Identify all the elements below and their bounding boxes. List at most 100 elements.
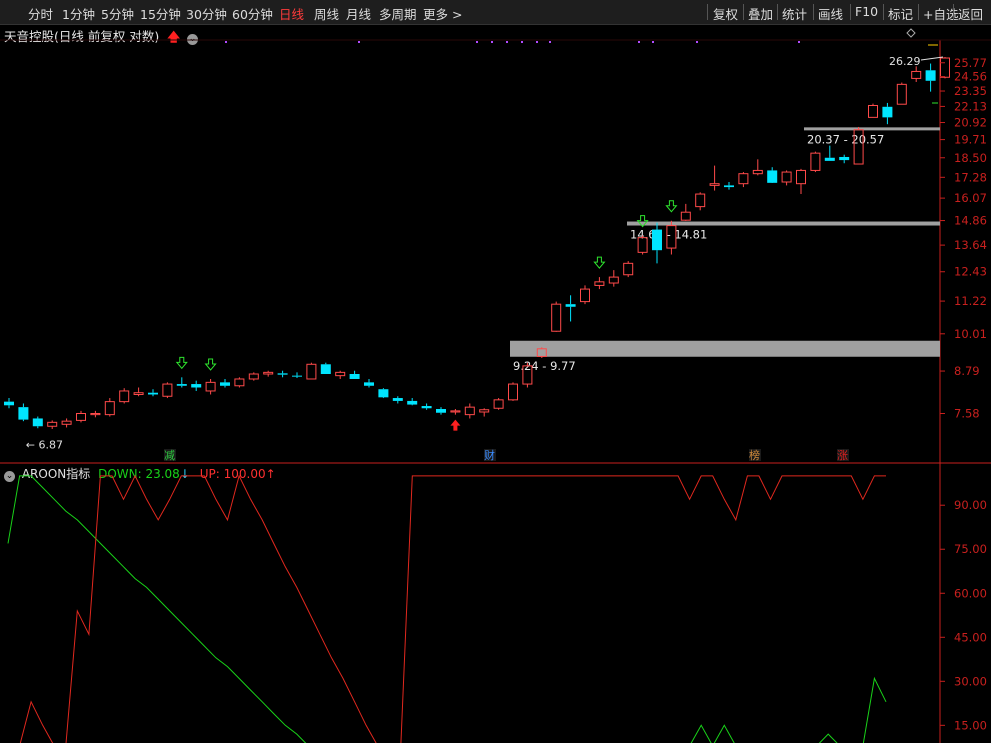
candle [508,382,518,401]
chart-canvas[interactable]: 9.24 - 9.77 14.61 - 14.81 20.37 - 20.57 ← … [0,0,991,743]
toolbar-button-4[interactable]: F10 [855,4,878,19]
candle-body [896,83,907,105]
candle-body [911,70,922,79]
period-tab-6[interactable]: 日线 [279,4,304,23]
chevron-down-icon[interactable]: ⌄ [4,471,15,482]
candle-body [248,373,259,380]
event-dot [549,41,551,43]
indicator-tick-label: 90.00 [954,498,987,512]
indicator-name[interactable]: AROON指标 [22,467,90,481]
gap-label: 20.37 - 20.57 [807,132,884,146]
marker-badge [749,449,761,461]
candle [335,370,346,379]
candle-body [234,378,245,387]
indicator-tick-label: 30.00 [954,674,987,688]
candle [522,362,533,388]
period-tab-7[interactable]: 周线 [314,4,339,23]
candle [148,389,158,397]
period-tab-1[interactable]: 1分钟 [62,4,95,23]
period-tab-0[interactable]: 分时 [28,4,53,23]
candle-body [320,364,331,375]
gap-zone [510,340,940,357]
candle [680,203,691,221]
candle-body [162,383,173,397]
marker-text: 减 [164,449,175,462]
stock-title: 天音控股(日线 前复权 对数) [4,29,160,44]
candle [407,398,418,406]
period-tab-3[interactable]: 15分钟 [140,4,181,23]
price-axis: 25.7724.5623.3522.13 20.92 19.71 18.50 17.28… [940,56,987,420]
chevron-down-icon[interactable]: ⌄ [187,34,199,45]
candle [220,378,230,388]
candle [925,63,936,92]
price-tick-label: 25.77 [954,56,987,70]
candle-body [810,152,821,171]
candle [292,372,302,378]
candle-body [277,373,288,375]
candle [421,403,432,410]
event-dot [358,41,360,43]
candle [176,377,187,388]
toolbar-divider [953,4,954,20]
period-tab-4[interactable]: 30分钟 [186,4,227,23]
candle-body [839,156,850,161]
toolbar-button-0[interactable]: 复权 [713,4,738,23]
candle-body [853,129,864,165]
toolbar-button-1[interactable]: 叠加 [748,4,773,23]
gap-zone [627,221,940,226]
candle [695,192,706,211]
candle-body [709,183,720,186]
candle [810,151,821,173]
toolbar-button-7[interactable]: 返回 [958,4,983,23]
aroon-indicator: 90.00 75.00 60.00 45.00 30.00 15.00 [7,474,987,743]
candle [364,378,374,388]
candle-body [191,384,202,388]
marker-text: 榜 [749,448,760,462]
period-tab-9[interactable]: 多周期 [379,4,417,23]
candle [594,277,605,290]
candle-body [824,157,835,161]
up-value-label: UP: 100.00 [199,467,266,481]
price-tick-label: 17.28 [954,170,987,184]
candle [90,410,101,418]
candle-body [220,382,230,386]
toolbar-button-3[interactable]: 画线 [818,4,843,23]
gap-label: 14.61 - 14.81 [630,228,707,242]
candle-body [767,170,778,183]
candle-body [148,392,158,395]
candle [133,387,144,397]
down-arrow-icon [204,358,217,371]
down-arrow-icon [593,256,606,269]
period-toolbar: 分时 1分钟 5分钟 15分钟 30分钟 60分钟 日线 周线 月线 多周期 更多 > 复权 叠加 统计画… [0,0,991,25]
high-price-label: 26.29 [889,55,921,68]
candle [493,398,504,410]
toolbar-button-2[interactable]: 统计 [782,4,807,23]
candle [436,407,446,415]
price-tick-label: 11.22 [954,294,987,308]
candle-body [407,400,418,405]
candle [853,126,864,165]
period-tab-8[interactable]: 月线 [346,4,371,23]
candle [911,66,922,82]
candle-body [551,303,562,332]
period-tab-5[interactable]: 60分钟 [232,4,273,23]
candle-body [781,171,792,183]
marker-text: 财 [484,448,495,462]
price-tick-label: 10.01 [954,327,987,341]
gap-zone [804,127,940,131]
candle [234,377,245,388]
down-arrow-icon [665,200,678,213]
candle [767,167,778,183]
toolbar-button-5[interactable]: 标记 [888,4,913,23]
candle-body [565,304,576,307]
chart-frame [0,39,991,743]
candle-body [464,406,475,416]
candle [320,362,331,375]
candle [349,370,360,379]
toolbar-divider [813,4,814,20]
period-tab-10[interactable]: 更多 > [423,4,462,23]
candle-body [882,106,893,118]
down-arrow-icon: ↓ [179,467,190,481]
period-tab-2[interactable]: 5分钟 [101,4,134,23]
candle-body [536,348,547,357]
